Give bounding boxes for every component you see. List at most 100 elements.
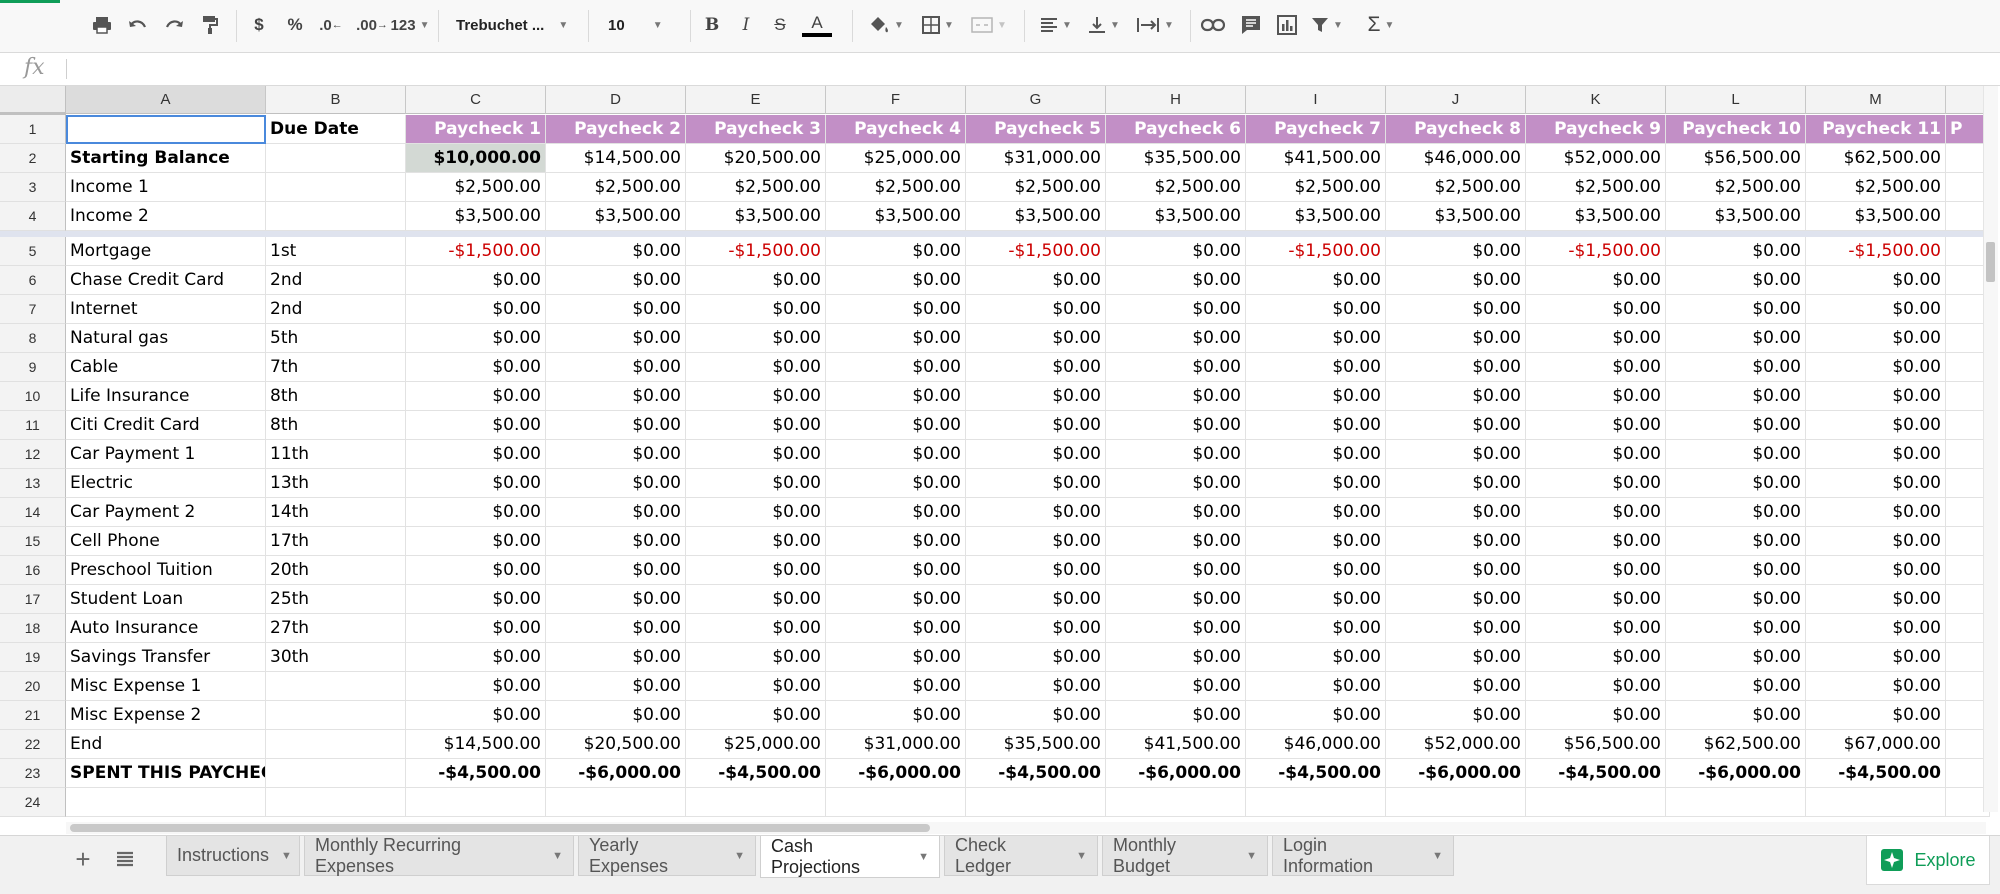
cell-h7[interactable]: $0.00 (1106, 295, 1246, 324)
cell-g7[interactable]: $0.00 (966, 295, 1106, 324)
row-header[interactable]: 9 (0, 353, 66, 382)
cell-m1[interactable]: Paycheck 11 (1806, 115, 1946, 144)
cell-a19[interactable]: Savings Transfer (66, 643, 266, 672)
cell-g13[interactable]: $0.00 (966, 469, 1106, 498)
cell-e21[interactable]: $0.00 (686, 701, 826, 730)
cell-c7[interactable]: $0.00 (406, 295, 546, 324)
cell-c18[interactable]: $0.00 (406, 614, 546, 643)
cell-b19[interactable]: 30th (266, 643, 406, 672)
sheet-tab-instructions[interactable]: Instructions ▼ (166, 836, 300, 876)
cell-c14[interactable]: $0.00 (406, 498, 546, 527)
cell-i4[interactable]: $3,500.00 (1246, 202, 1386, 231)
cell-b8[interactable]: 5th (266, 324, 406, 353)
cell-g16[interactable]: $0.00 (966, 556, 1106, 585)
cell-e3[interactable]: $2,500.00 (686, 173, 826, 202)
cell-b3[interactable] (266, 173, 406, 202)
cell-b23[interactable] (266, 759, 406, 788)
cell-i19[interactable]: $0.00 (1246, 643, 1386, 672)
cell-a22[interactable]: End (66, 730, 266, 759)
cell-k23[interactable]: -$4,500.00 (1526, 759, 1666, 788)
cell-a18[interactable]: Auto Insurance (66, 614, 266, 643)
cell-m22[interactable]: $67,000.00 (1806, 730, 1946, 759)
column-header-i[interactable]: I (1246, 86, 1386, 114)
cell-c21[interactable]: $0.00 (406, 701, 546, 730)
cell-l20[interactable]: $0.00 (1666, 672, 1806, 701)
row-header[interactable]: 7 (0, 295, 66, 324)
cell-j10[interactable]: $0.00 (1386, 382, 1526, 411)
cell-m12[interactable]: $0.00 (1806, 440, 1946, 469)
cell-j17[interactable]: $0.00 (1386, 585, 1526, 614)
cell-m6[interactable]: $0.00 (1806, 266, 1946, 295)
cell-g9[interactable]: $0.00 (966, 353, 1106, 382)
vertical-scrollbar[interactable] (1983, 86, 1998, 812)
cell-j4[interactable]: $3,500.00 (1386, 202, 1526, 231)
cell-m5[interactable]: -$1,500.00 (1806, 237, 1946, 266)
cell-f5[interactable]: $0.00 (826, 237, 966, 266)
row-header[interactable]: 11 (0, 411, 66, 440)
sheet-tab-login-information[interactable]: Login Information ▼ (1272, 835, 1454, 876)
cell-l17[interactable]: $0.00 (1666, 585, 1806, 614)
cell-e23[interactable]: -$4,500.00 (686, 759, 826, 788)
cell-j11[interactable]: $0.00 (1386, 411, 1526, 440)
cell-e16[interactable]: $0.00 (686, 556, 826, 585)
cell-l9[interactable]: $0.00 (1666, 353, 1806, 382)
cell-k13[interactable]: $0.00 (1526, 469, 1666, 498)
cell-c6[interactable]: $0.00 (406, 266, 546, 295)
cell-h14[interactable]: $0.00 (1106, 498, 1246, 527)
cell-j15[interactable]: $0.00 (1386, 527, 1526, 556)
cell-d24[interactable] (546, 788, 686, 817)
cell-f21[interactable]: $0.00 (826, 701, 966, 730)
column-header-d[interactable]: D (546, 86, 686, 114)
sheet-tab-check-ledger[interactable]: Check Ledger ▼ (944, 835, 1098, 876)
cell-b15[interactable]: 17th (266, 527, 406, 556)
cell-k7[interactable]: $0.00 (1526, 295, 1666, 324)
row-header[interactable]: 6 (0, 266, 66, 295)
sheet-tab-cash-projections[interactable]: Cash Projections ▼ (760, 836, 940, 878)
strikethrough-icon[interactable]: S (768, 10, 792, 40)
cell-j1[interactable]: Paycheck 8 (1386, 115, 1526, 144)
cell-g20[interactable]: $0.00 (966, 672, 1106, 701)
formula-input[interactable] (76, 53, 1976, 85)
cell-a12[interactable]: Car Payment 1 (66, 440, 266, 469)
cell-f24[interactable] (826, 788, 966, 817)
row-header[interactable]: 4 (0, 202, 66, 231)
cell-b9[interactable]: 7th (266, 353, 406, 382)
cell-i13[interactable]: $0.00 (1246, 469, 1386, 498)
cell-l5[interactable]: $0.00 (1666, 237, 1806, 266)
row-header[interactable]: 15 (0, 527, 66, 556)
cell-c19[interactable]: $0.00 (406, 643, 546, 672)
cell-h3[interactable]: $2,500.00 (1106, 173, 1246, 202)
cell-l19[interactable]: $0.00 (1666, 643, 1806, 672)
cell-c22[interactable]: $14,500.00 (406, 730, 546, 759)
cell-f19[interactable]: $0.00 (826, 643, 966, 672)
cell-e19[interactable]: $0.00 (686, 643, 826, 672)
cell-c5[interactable]: -$1,500.00 (406, 237, 546, 266)
column-header-j[interactable]: J (1386, 86, 1526, 114)
cell-l3[interactable]: $2,500.00 (1666, 173, 1806, 202)
column-header-b[interactable]: B (266, 86, 406, 114)
filter-icon[interactable]: ▼ (1306, 10, 1348, 40)
cell-i21[interactable]: $0.00 (1246, 701, 1386, 730)
cell-h8[interactable]: $0.00 (1106, 324, 1246, 353)
cell-m20[interactable]: $0.00 (1806, 672, 1946, 701)
cell-j13[interactable]: $0.00 (1386, 469, 1526, 498)
cell-h4[interactable]: $3,500.00 (1106, 202, 1246, 231)
insert-link-icon[interactable] (1198, 10, 1228, 40)
cell-f1[interactable]: Paycheck 4 (826, 115, 966, 144)
cell-c23[interactable]: -$4,500.00 (406, 759, 546, 788)
cell-b5[interactable]: 1st (266, 237, 406, 266)
cell-c12[interactable]: $0.00 (406, 440, 546, 469)
cell-j18[interactable]: $0.00 (1386, 614, 1526, 643)
cell-a16[interactable]: Preschool Tuition (66, 556, 266, 585)
cell-l14[interactable]: $0.00 (1666, 498, 1806, 527)
cell-b1[interactable]: Due Date (266, 115, 406, 144)
cell-a24[interactable] (66, 788, 266, 817)
cell-l8[interactable]: $0.00 (1666, 324, 1806, 353)
cell-i11[interactable]: $0.00 (1246, 411, 1386, 440)
cell-e9[interactable]: $0.00 (686, 353, 826, 382)
cell-g6[interactable]: $0.00 (966, 266, 1106, 295)
cell-h17[interactable]: $0.00 (1106, 585, 1246, 614)
cell-f3[interactable]: $2,500.00 (826, 173, 966, 202)
cell-d5[interactable]: $0.00 (546, 237, 686, 266)
cell-e10[interactable]: $0.00 (686, 382, 826, 411)
